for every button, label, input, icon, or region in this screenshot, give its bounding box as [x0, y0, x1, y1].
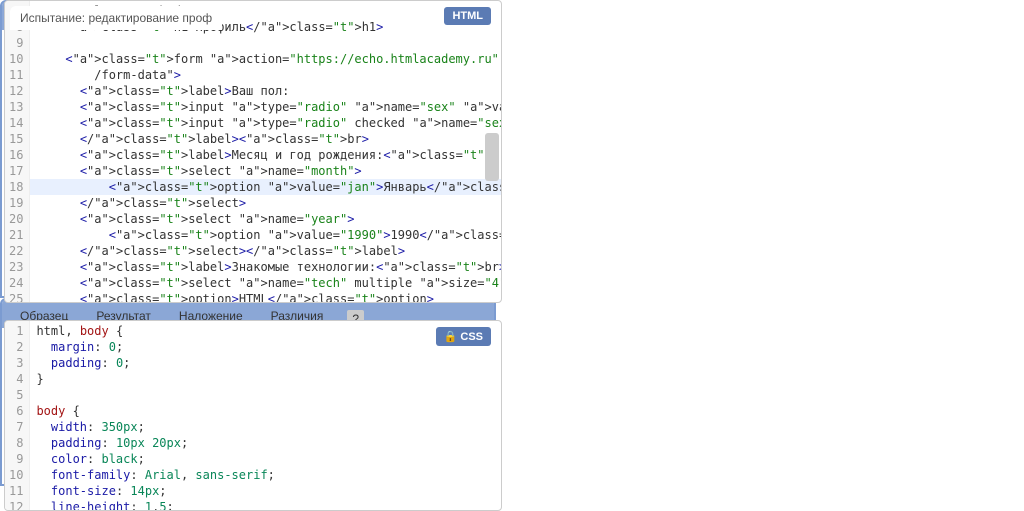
html-code-area[interactable]: <"a">class="t">body> <"a">class="t">h1>П…: [30, 1, 501, 302]
css-badge: 🔒 CSS: [436, 327, 491, 346]
css-line-gutter: 12345678910111213141516: [5, 321, 30, 510]
html-badge: HTML: [444, 7, 491, 25]
css-code-area[interactable]: html, body { margin: 0; padding: 0;}body…: [30, 321, 501, 510]
html-line-gutter: 7891011121314151617181920212223242526272…: [5, 1, 30, 302]
html-scrollbar-thumb[interactable]: [485, 133, 499, 181]
css-editor-panel: 🔒 CSS 12345678910111213141516 html, body…: [4, 320, 502, 511]
browser-tab[interactable]: Испытание: редактирование проф: [10, 6, 222, 30]
html-editor-panel: HTML 78910111213141516171819202122232425…: [4, 0, 502, 303]
